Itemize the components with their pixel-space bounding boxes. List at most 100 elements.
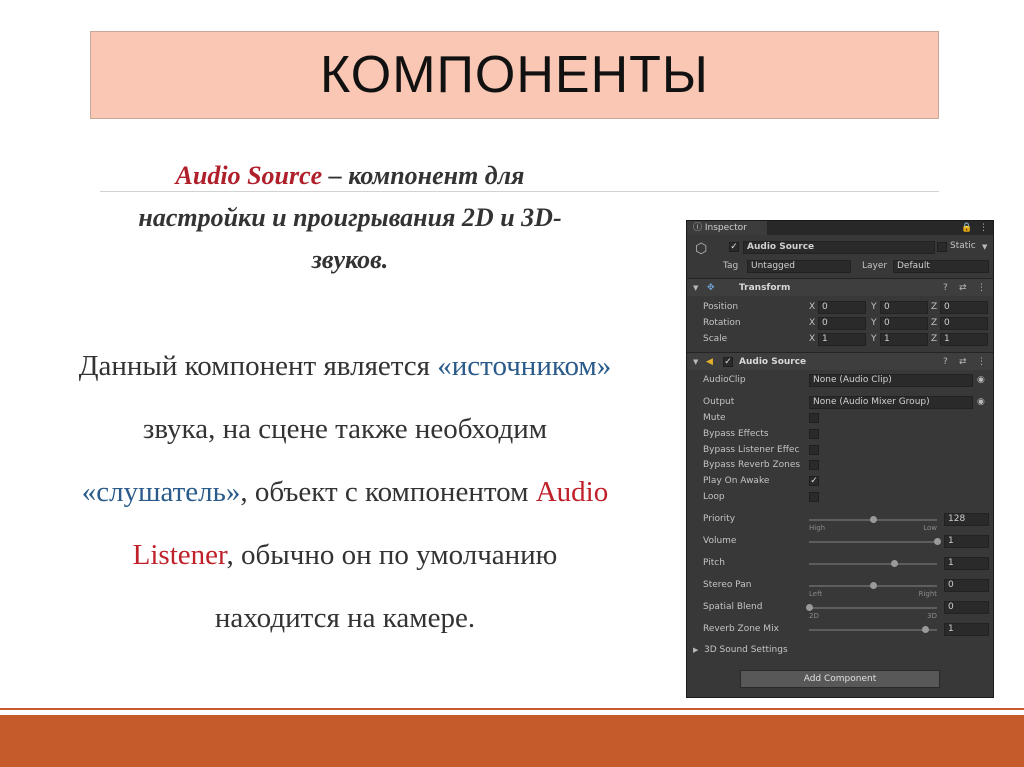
slider-min-hint: Left bbox=[809, 590, 823, 598]
transform-y-field[interactable]: 0 bbox=[880, 301, 928, 314]
audio-source-header[interactable]: ▼ ◀ ✓ Audio Source ? ⇄ ⋮ bbox=[687, 352, 993, 370]
transform-icon: ✥ bbox=[707, 283, 715, 293]
term-audio: Audio bbox=[535, 476, 609, 508]
presets-icon[interactable]: ⇄ bbox=[959, 356, 967, 368]
slider-min-hint: High bbox=[809, 524, 826, 532]
object-picker-icon[interactable]: ◉ bbox=[977, 374, 985, 386]
transform-header[interactable]: ▼ ✥ Transform ? ⇄ ⋮ bbox=[687, 278, 993, 296]
toggle-checkbox[interactable]: ✓ bbox=[809, 476, 819, 487]
slider-knob[interactable] bbox=[805, 604, 813, 611]
expand-arrow-icon[interactable]: ▼ bbox=[693, 282, 698, 294]
slider-label: Volume bbox=[703, 536, 737, 546]
toggle-checkbox[interactable] bbox=[809, 492, 819, 502]
transform-z-field[interactable]: 1 bbox=[940, 333, 988, 346]
slider-knob[interactable] bbox=[921, 626, 929, 633]
transform-z-field[interactable]: 0 bbox=[940, 301, 988, 314]
transform-row-label: Scale bbox=[703, 334, 728, 344]
para2-l5: находится на камере. bbox=[214, 602, 476, 634]
transform-x-field[interactable]: 1 bbox=[818, 333, 866, 346]
expand-arrow-icon[interactable]: ▼ bbox=[693, 356, 698, 368]
transform-z-field[interactable]: 0 bbox=[940, 317, 988, 330]
slide-title: КОМПОНЕНТЫ bbox=[320, 46, 709, 104]
toggle-label: Bypass Reverb Zones bbox=[703, 460, 801, 471]
inspector-tabbar: ⓘ Inspector 🔒 ⋮ bbox=[687, 221, 993, 235]
kebab-menu-icon[interactable]: ⋮ bbox=[977, 356, 986, 368]
toggle-checkbox[interactable] bbox=[809, 444, 819, 455]
bottom-accent-line bbox=[0, 708, 1024, 710]
tag-value: Untagged bbox=[751, 261, 796, 271]
axis-label: X bbox=[809, 302, 816, 312]
menu-icon[interactable]: ⋮ bbox=[979, 222, 988, 234]
slider-max-hint: Right bbox=[918, 590, 937, 598]
transform-x-field[interactable]: 0 bbox=[818, 317, 866, 330]
transform-y-field[interactable]: 1 bbox=[880, 333, 928, 346]
slider-value-field[interactable]: 128 bbox=[944, 513, 989, 526]
output-value: None (Audio Mixer Group) bbox=[813, 397, 930, 407]
object-name-input[interactable]: Audio Source bbox=[743, 241, 935, 254]
slider-value-field[interactable]: 1 bbox=[944, 557, 989, 570]
slider-label: Reverb Zone Mix bbox=[703, 624, 779, 634]
transform-title: Transform bbox=[739, 283, 791, 293]
para2-l2: звука, на сцене также необходим bbox=[142, 413, 548, 445]
paragraph-listener: Данный компонент является «источником» з… bbox=[20, 335, 670, 650]
tag-dropdown[interactable]: Untagged bbox=[747, 260, 851, 273]
slider-knob[interactable] bbox=[869, 516, 877, 523]
toggle-checkbox[interactable] bbox=[809, 460, 819, 471]
para1-line1-rest: – компонент для bbox=[322, 161, 525, 190]
kebab-menu-icon[interactable]: ⋮ bbox=[977, 282, 986, 294]
slider-value-field[interactable]: 0 bbox=[944, 579, 989, 592]
term-listener: «слушатель» bbox=[81, 476, 241, 508]
info-icon: ⓘ bbox=[693, 223, 705, 233]
audioclip-field[interactable]: None (Audio Clip) bbox=[809, 374, 973, 387]
axis-label: Y bbox=[871, 334, 877, 344]
term-source: «источником» bbox=[437, 350, 612, 382]
slider-value-field[interactable]: 1 bbox=[944, 623, 989, 636]
slider-label: Priority bbox=[703, 514, 736, 524]
toggle-checkbox[interactable] bbox=[809, 428, 819, 439]
axis-label: X bbox=[809, 318, 816, 328]
slider-track[interactable] bbox=[809, 541, 937, 543]
slider-knob[interactable] bbox=[869, 582, 877, 589]
object-picker-icon[interactable]: ◉ bbox=[977, 396, 985, 408]
para1-line2: настройки и проигрывания 2D и 3D- bbox=[138, 203, 562, 232]
slider-knob[interactable] bbox=[933, 538, 941, 545]
tab-inspector[interactable]: ⓘ Inspector bbox=[687, 221, 767, 235]
presets-icon[interactable]: ⇄ bbox=[959, 282, 967, 294]
toggle-label: Loop bbox=[703, 492, 725, 502]
cube-icon: ⬡ bbox=[695, 241, 708, 257]
slider-knob[interactable] bbox=[891, 560, 899, 567]
slider-max-hint: 3D bbox=[927, 612, 937, 620]
slider-value-field[interactable]: 1 bbox=[944, 535, 989, 548]
slider-track[interactable] bbox=[809, 607, 937, 609]
component-enabled-checkbox[interactable]: ✓ bbox=[723, 357, 733, 367]
para1-line3: звуков. bbox=[311, 245, 389, 274]
audioclip-value: None (Audio Clip) bbox=[813, 375, 892, 385]
axis-label: Z bbox=[931, 302, 938, 312]
object-active-checkbox[interactable]: ✓ bbox=[729, 242, 739, 252]
axis-label: Z bbox=[931, 318, 938, 328]
slider-track[interactable] bbox=[809, 629, 937, 631]
toggle-label: Play On Awake bbox=[703, 476, 770, 487]
transform-y-field[interactable]: 0 bbox=[880, 317, 928, 330]
axis-label: Y bbox=[871, 318, 877, 328]
help-icon[interactable]: ? bbox=[943, 282, 948, 294]
lock-icon[interactable]: 🔒 bbox=[961, 222, 972, 234]
add-component-button[interactable]: Add Component bbox=[740, 670, 940, 688]
layer-dropdown[interactable]: Default bbox=[893, 260, 989, 273]
collapsed-arrow-icon[interactable]: ▶ bbox=[693, 644, 698, 656]
chevron-down-icon[interactable]: ▼ bbox=[982, 241, 987, 253]
slider-value-field[interactable]: 0 bbox=[944, 601, 989, 614]
output-field[interactable]: None (Audio Mixer Group) bbox=[809, 396, 973, 409]
toggle-checkbox[interactable] bbox=[809, 413, 819, 423]
axis-label: X bbox=[809, 334, 816, 344]
static-checkbox[interactable] bbox=[937, 242, 947, 252]
audioclip-label: AudioClip bbox=[703, 375, 746, 385]
para2-l4-b: , обычно он по умолчанию bbox=[226, 539, 558, 571]
static-label[interactable]: Static bbox=[950, 238, 976, 254]
slider-track[interactable] bbox=[809, 563, 937, 565]
sound-settings-foldout[interactable]: ▶ 3D Sound Settings bbox=[687, 642, 993, 658]
help-icon[interactable]: ? bbox=[943, 356, 948, 368]
speaker-icon: ◀ bbox=[706, 357, 713, 367]
inspector-panel: ⓘ Inspector 🔒 ⋮ ⬡ ✓ Audio Source Static … bbox=[686, 220, 994, 698]
transform-x-field[interactable]: 0 bbox=[818, 301, 866, 314]
